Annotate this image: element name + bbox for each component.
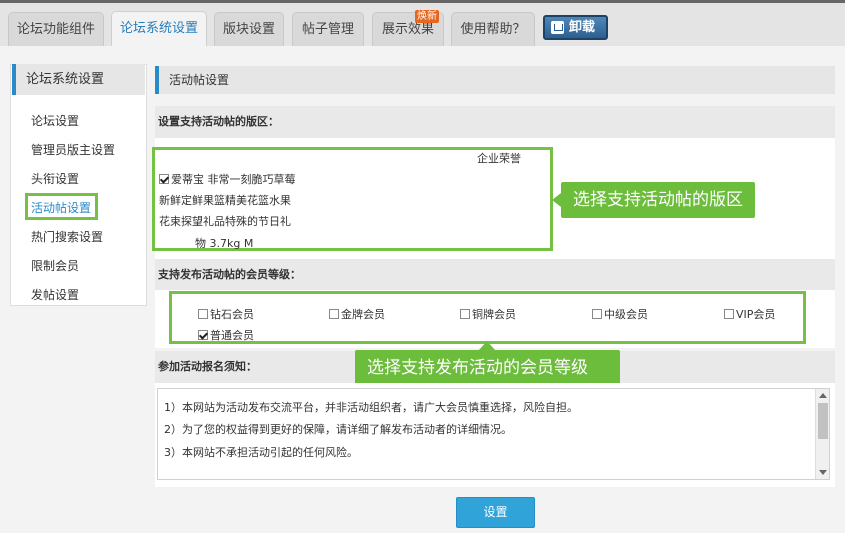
- callout-forum: 选择支持活动帖的版区: [552, 182, 755, 218]
- member-label: 普通会员: [210, 329, 254, 342]
- uninstall-button[interactable]: 卸载: [543, 15, 608, 40]
- forum-option-label: 爱蒂宝 非常一刻脆巧草莓: [171, 173, 296, 186]
- member-label: 铜牌会员: [472, 308, 516, 321]
- tab-label: 帖子管理: [301, 22, 354, 37]
- tab-label: 论坛功能组件: [16, 22, 95, 37]
- member-checkbox[interactable]: [329, 309, 339, 319]
- forum-selector[interactable]: 企业荣誉 爱蒂宝 非常一刻脆巧草莓 新鲜定鲜果篮精美花篮水果 花束探望礼品特殊的…: [152, 147, 553, 251]
- sidebar-item-activity-post[interactable]: 活动帖设置: [31, 199, 91, 216]
- tab-help[interactable]: 使用帮助？: [451, 12, 535, 46]
- notice-line: 2）为了您的权益得到更好的保障，请详细了解发布活动者的详细情况。: [164, 423, 512, 436]
- forum-option[interactable]: 爱蒂宝 非常一刻脆巧草莓: [159, 171, 296, 187]
- notice-scrollbar[interactable]: [815, 389, 829, 479]
- forum-option[interactable]: 企业荣誉: [477, 150, 521, 166]
- submit-button[interactable]: 设置: [456, 497, 535, 528]
- tab-label: 展示效果: [381, 22, 434, 37]
- tab-board-settings[interactable]: 版块设置: [214, 12, 284, 46]
- forum-section-header: 设置支持活动帖的版区：: [155, 106, 835, 138]
- tab-label: 论坛系统设置: [119, 21, 198, 36]
- member-option-intermediate[interactable]: 中级会员: [592, 306, 648, 322]
- member-label: 中级会员: [604, 308, 648, 321]
- sidebar-item-restricted-members[interactable]: 限制会员: [31, 257, 79, 274]
- member-option-copper[interactable]: 铜牌会员: [460, 306, 516, 322]
- scroll-down-icon[interactable]: [819, 470, 827, 475]
- tab-post-management[interactable]: 帖子管理: [292, 12, 364, 46]
- member-option-regular[interactable]: 普通会员: [198, 327, 254, 343]
- forum-option-text: 物 3.7kg M: [195, 237, 254, 250]
- notice-textarea[interactable]: 1）本网站为活动发布交流平台，并非活动组织者，请广大会员慎重选择，风险自担。 2…: [157, 388, 830, 480]
- uninstall-icon: [551, 21, 564, 34]
- member-label: VIP会员: [736, 308, 776, 321]
- new-badge: 焕新: [415, 10, 439, 23]
- member-label: 金牌会员: [341, 308, 385, 321]
- sidebar-item-forum-settings[interactable]: 论坛设置: [31, 112, 79, 129]
- sidebar-title: 论坛系统设置: [12, 64, 145, 95]
- notice-line: 1）本网站为活动发布交流平台，并非活动组织者，请广大会员慎重选择，风险自担。: [164, 401, 578, 414]
- forum-option-text: 新鲜定鲜果篮精美花篮水果: [159, 194, 291, 207]
- sidebar-item-hot-search[interactable]: 热门搜索设置: [31, 228, 103, 245]
- member-section-header: 支持发布活动帖的会员等级：: [155, 259, 835, 291]
- member-option-diamond[interactable]: 钻石会员: [198, 306, 254, 322]
- scroll-thumb[interactable]: [818, 403, 828, 439]
- member-checkbox[interactable]: [198, 309, 208, 319]
- member-checkbox[interactable]: [198, 330, 208, 340]
- member-checkbox[interactable]: [724, 309, 734, 319]
- forum-option-text: 花束探望礼品特殊的节日礼: [159, 215, 291, 228]
- tab-forum-components[interactable]: 论坛功能组件: [8, 12, 104, 46]
- sidebar-item-posting-settings[interactable]: 发帖设置: [31, 286, 79, 303]
- member-checkbox[interactable]: [592, 309, 602, 319]
- member-label: 钻石会员: [210, 308, 254, 321]
- member-option-vip[interactable]: VIP会员: [724, 306, 775, 322]
- top-tab-bar: 论坛功能组件 论坛系统设置 版块设置 帖子管理 展示效果 焕新 使用帮助？ 卸载: [0, 0, 845, 47]
- uninstall-label: 卸载: [569, 20, 596, 35]
- member-option-gold[interactable]: 金牌会员: [329, 306, 385, 322]
- notice-line: 3）本网站不承担活动引起的任何风险。: [164, 446, 358, 459]
- page-title: 活动帖设置: [155, 66, 835, 94]
- tab-display-effect[interactable]: 展示效果 焕新: [372, 10, 444, 46]
- member-level-selector: 钻石会员 金牌会员 铜牌会员 中级会员 VIP会员 普通会员: [169, 291, 806, 344]
- scroll-up-icon[interactable]: [819, 393, 827, 398]
- member-checkbox[interactable]: [460, 309, 470, 319]
- forum-checkbox[interactable]: [159, 174, 169, 184]
- sidebar-item-admin-moderator[interactable]: 管理员版主设置: [31, 141, 115, 158]
- tab-forum-system-settings[interactable]: 论坛系统设置: [111, 11, 207, 47]
- sidebar-item-title-settings[interactable]: 头衔设置: [31, 170, 79, 187]
- tab-label: 使用帮助？: [460, 22, 526, 37]
- callout-member: 选择支持发布活动的会员等级: [355, 341, 620, 386]
- tab-label: 版块设置: [222, 22, 275, 37]
